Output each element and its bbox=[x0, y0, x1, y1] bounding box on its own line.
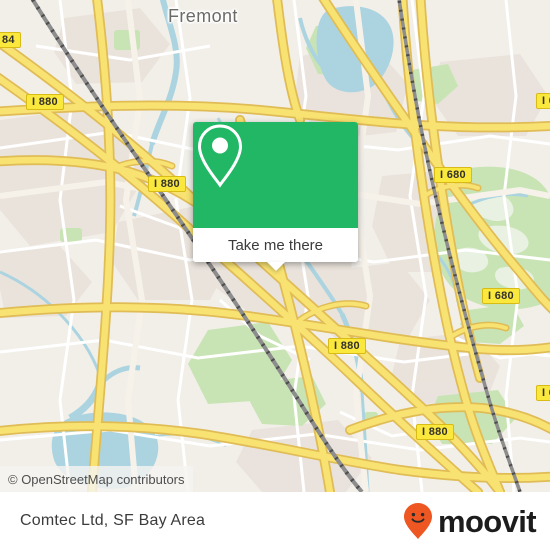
map-canvas[interactable]: Fremont 84 I 880 I 880 I 680 I 680 I 880… bbox=[0, 0, 550, 492]
take-me-there-label: Take me there bbox=[227, 236, 324, 254]
moovit-brand[interactable]: moovit bbox=[403, 492, 537, 550]
highway-shield-84[interactable]: 84 bbox=[0, 32, 21, 48]
highway-shield-i880-se[interactable]: I 880 bbox=[416, 424, 454, 440]
popup-pointer-tail bbox=[266, 262, 285, 271]
osm-attribution-text: © OpenStreetMap contributors bbox=[8, 471, 185, 487]
highway-shield-edge-top[interactable]: I 6 bbox=[536, 93, 550, 109]
highway-shield-i880-c[interactable]: I 880 bbox=[328, 338, 366, 354]
highway-shield-i880-nw[interactable]: I 880 bbox=[26, 94, 64, 110]
highway-shield-edge-bottom[interactable]: I 6 bbox=[536, 385, 550, 401]
footer-bar: Comtec Ltd, SF Bay Area moovit bbox=[0, 492, 550, 550]
highway-shield-i680-s[interactable]: I 680 bbox=[482, 288, 520, 304]
popup-header bbox=[193, 122, 358, 228]
place-label-fremont: Fremont bbox=[168, 6, 238, 26]
moovit-pin-smiley-icon bbox=[403, 503, 432, 539]
map-pin-icon bbox=[197, 124, 243, 188]
popup-footer[interactable]: Take me there bbox=[193, 228, 358, 271]
location-popup[interactable]: Take me there bbox=[193, 122, 358, 271]
moovit-wordmark: moovit bbox=[437, 503, 537, 539]
map-screenshot: Fremont 84 I 880 I 880 I 680 I 680 I 880… bbox=[0, 0, 550, 550]
highway-shield-i680-n[interactable]: I 680 bbox=[434, 167, 472, 183]
highway-shield-i880-w[interactable]: I 880 bbox=[148, 176, 186, 192]
location-title: Comtec Ltd, SF Bay Area bbox=[20, 512, 206, 529]
osm-attribution[interactable]: © OpenStreetMap contributors bbox=[0, 466, 193, 492]
